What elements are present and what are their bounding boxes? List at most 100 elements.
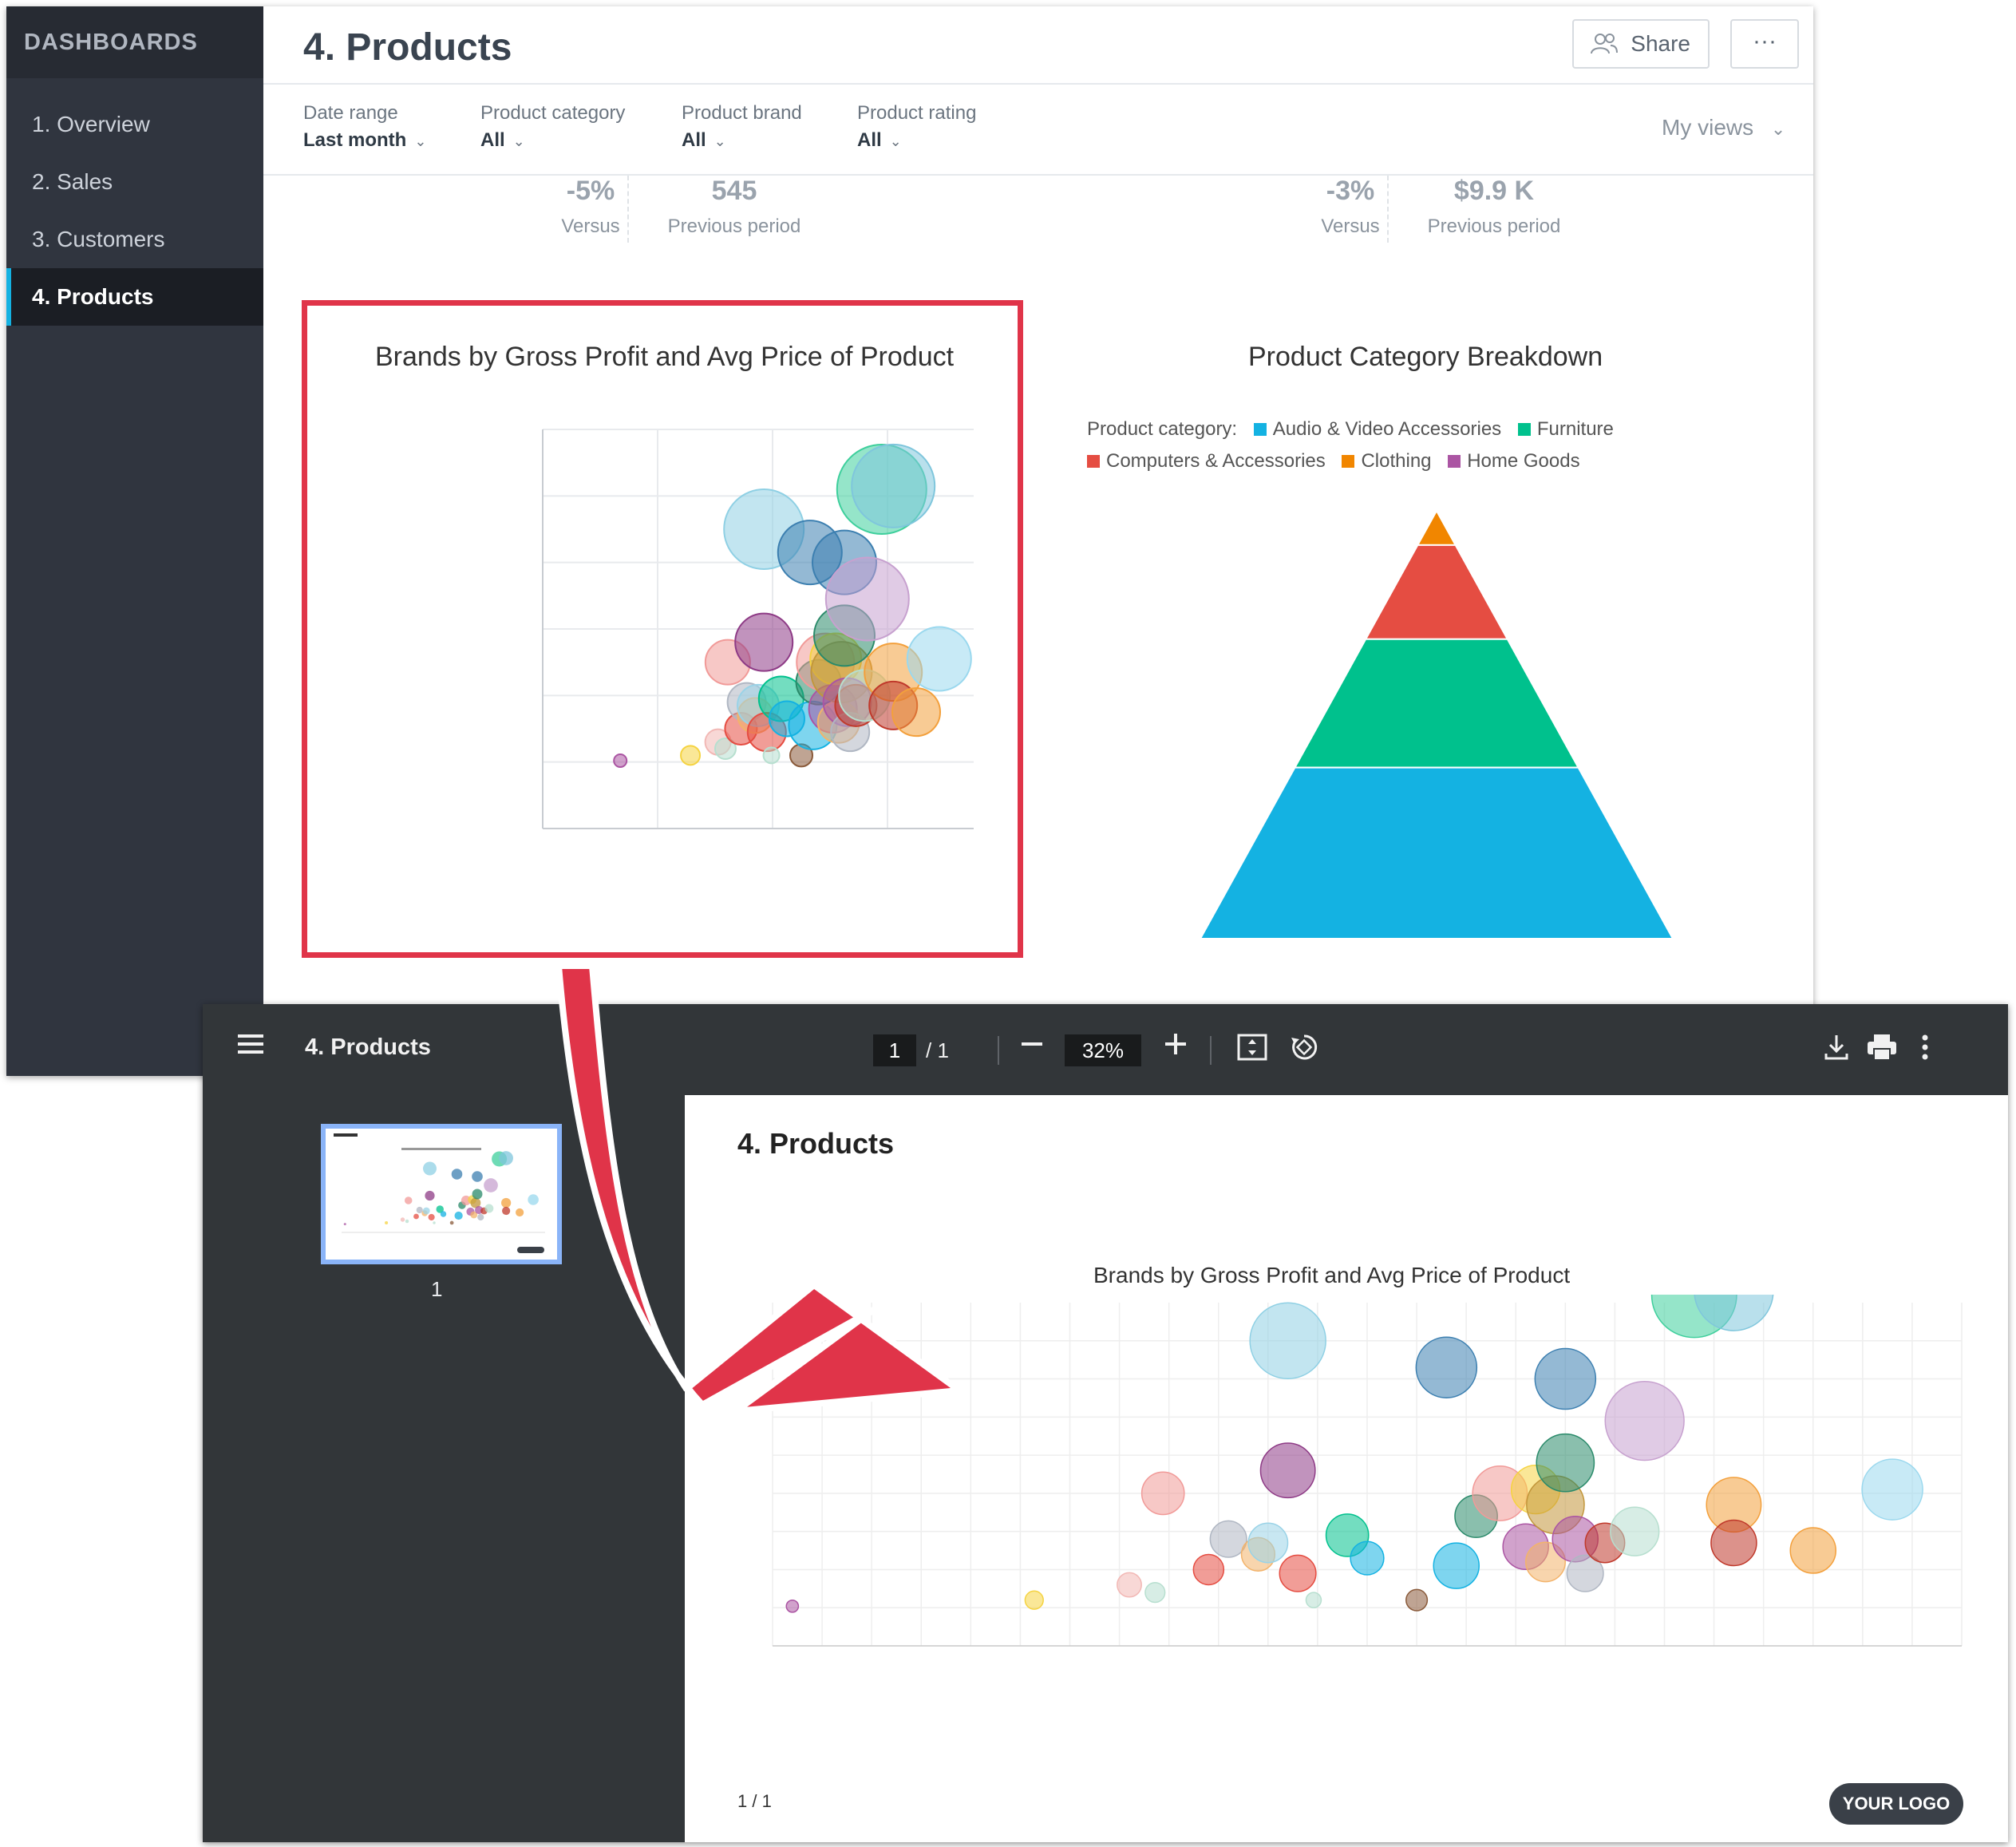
pdf-bubble-point[interactable]	[1350, 1540, 1385, 1576]
sidebar-item-sales[interactable]: 2. Sales	[6, 153, 263, 211]
filter-label: Date range	[303, 102, 398, 124]
menu-icon[interactable]	[236, 1030, 265, 1066]
filter-value: All	[857, 129, 882, 151]
pdf-bubble-point[interactable]	[1789, 1527, 1836, 1574]
pdf-bubble-point[interactable]	[1415, 1336, 1478, 1398]
thumb-bubble	[451, 1169, 463, 1180]
zoom-level-input[interactable]: 32%	[1065, 1034, 1141, 1066]
chevron-down-icon: ⌄	[1770, 119, 1786, 139]
filter-product-rating[interactable]: Product rating All ⌄	[857, 102, 976, 152]
thumb-heading-line	[334, 1133, 358, 1137]
pdf-bubble-point[interactable]	[1710, 1519, 1757, 1567]
thumb-bubble	[425, 1190, 435, 1201]
my-views-dropdown[interactable]: My views ⌄	[1662, 115, 1785, 140]
thumb-bubble	[404, 1196, 413, 1204]
pdf-bubble-point[interactable]	[1144, 1582, 1166, 1604]
pyramid-segment[interactable]	[1293, 638, 1580, 769]
pdf-bubble-point[interactable]	[1247, 1522, 1289, 1564]
sidebar-item-overview[interactable]: 1. Overview	[6, 96, 263, 153]
pdf-bubble-point[interactable]	[1433, 1542, 1480, 1589]
sidebar-header: DASHBOARDS	[6, 6, 263, 78]
legend-entry[interactable]: Audio & Video Accessories	[1273, 418, 1501, 440]
filter-product-brand[interactable]: Product brand All ⌄	[682, 102, 802, 152]
thumb-bubble	[502, 1206, 511, 1216]
pyramid-segment[interactable]	[1364, 544, 1509, 640]
kpi-previous: $9.9 K	[1453, 176, 1535, 206]
more-vert-icon[interactable]	[1919, 1031, 1931, 1070]
legend-entry[interactable]: Clothing	[1361, 450, 1431, 472]
thumb-bubble	[472, 1171, 483, 1182]
zoom-in-icon[interactable]	[1164, 1028, 1188, 1067]
thumb-bubble	[433, 1221, 436, 1224]
pdf-bubble-point[interactable]	[1405, 1588, 1429, 1612]
pdf-page-heading: 4. Products	[737, 1127, 895, 1160]
more-options-button[interactable]: ···	[1730, 19, 1799, 69]
kpi-divider	[1387, 176, 1389, 243]
pdf-bubble-point[interactable]	[1534, 1347, 1597, 1410]
legend-swatch-furniture	[1517, 423, 1531, 436]
thumb-bubble	[385, 1220, 389, 1225]
thumb-bubble	[499, 1151, 513, 1165]
pdf-bubble-chart	[772, 1295, 1963, 1647]
pdf-bubble-point[interactable]	[1279, 1554, 1317, 1592]
kpi-previous-label: Previous period	[1427, 216, 1561, 237]
thumb-bubble	[413, 1213, 419, 1220]
header-divider	[263, 83, 1813, 85]
sidebar-item-customers[interactable]: 3. Customers	[6, 211, 263, 268]
pdf-bubble-point[interactable]	[1140, 1471, 1185, 1516]
filter-label: Product brand	[682, 102, 802, 124]
pdf-bubble-point[interactable]	[1259, 1442, 1316, 1499]
thumb-bubble	[428, 1213, 435, 1221]
thumbnail-sidebar: 1	[203, 1095, 685, 1842]
pdf-bubble-point[interactable]	[1536, 1433, 1595, 1493]
print-icon[interactable]	[1866, 1033, 1898, 1069]
page-title: 4. Products	[303, 26, 512, 69]
pdf-chart-title: Brands by Gross Profit and Avg Price of …	[1093, 1263, 1571, 1287]
pdf-bubble-point[interactable]	[785, 1599, 800, 1613]
pdf-bubble-point[interactable]	[1861, 1458, 1923, 1521]
filter-product-category[interactable]: Product category All ⌄	[480, 102, 625, 152]
download-icon[interactable]	[1823, 1033, 1850, 1069]
pdf-bubble-point[interactable]	[1117, 1572, 1142, 1598]
thumb-logo	[517, 1247, 544, 1253]
chevron-down-icon: ⌄	[714, 133, 726, 149]
pyramid-segment[interactable]	[1199, 766, 1674, 939]
legend-entry[interactable]: Computers & Accessories	[1106, 450, 1326, 472]
thumb-bubble	[516, 1208, 524, 1217]
fit-page-icon[interactable]	[1237, 1033, 1267, 1069]
thumb-bubble	[454, 1211, 463, 1220]
page-thumbnail[interactable]	[321, 1124, 562, 1264]
legend-swatch-clothing	[1342, 455, 1355, 468]
pyramid-segment[interactable]	[1416, 508, 1457, 546]
filter-value: Last month	[303, 129, 407, 151]
pdf-bubble-point[interactable]	[1305, 1592, 1322, 1608]
legend-entry[interactable]: Furniture	[1537, 418, 1614, 440]
pdf-title: 4. Products	[305, 1034, 431, 1060]
pdf-bubble-point[interactable]	[1610, 1506, 1660, 1556]
dashboard-main: 4. Products Share ··· Date range Last mo…	[263, 6, 1813, 1076]
highlight-frame	[302, 300, 1023, 958]
page-number-input[interactable]: 1	[873, 1034, 916, 1066]
sidebar-item-products[interactable]: 4. Products	[6, 268, 263, 326]
page-total: / 1	[926, 1038, 949, 1062]
thumbnail-page-number: 1	[431, 1277, 443, 1301]
pdf-bubble-point[interactable]	[1249, 1302, 1326, 1380]
thumb-bubble	[422, 1207, 430, 1215]
filter-date-range[interactable]: Date range Last month ⌄	[303, 102, 426, 152]
pdf-page: 4. Products Brands by Gross Profit and A…	[685, 1095, 2008, 1842]
pdf-toolbar: 4. Products 1 / 1 32%	[203, 1004, 2008, 1095]
thumb-bubble	[405, 1219, 409, 1224]
rotate-icon[interactable]	[1288, 1031, 1320, 1070]
pdf-bubble-point[interactable]	[1604, 1380, 1685, 1461]
pdf-bubble-point[interactable]	[1024, 1590, 1044, 1610]
legend-entry[interactable]: Home Goods	[1467, 450, 1579, 472]
thumb-bubble	[477, 1213, 484, 1221]
chevron-down-icon: ⌄	[414, 133, 427, 149]
kpi-divider	[627, 176, 629, 243]
share-button[interactable]: Share	[1572, 19, 1710, 69]
legend-swatch-home-goods	[1448, 455, 1461, 468]
thumb-bubble	[440, 1211, 447, 1217]
zoom-out-icon[interactable]	[1020, 1028, 1044, 1067]
users-icon	[1591, 34, 1618, 54]
pdf-bubble-point[interactable]	[1192, 1553, 1225, 1586]
